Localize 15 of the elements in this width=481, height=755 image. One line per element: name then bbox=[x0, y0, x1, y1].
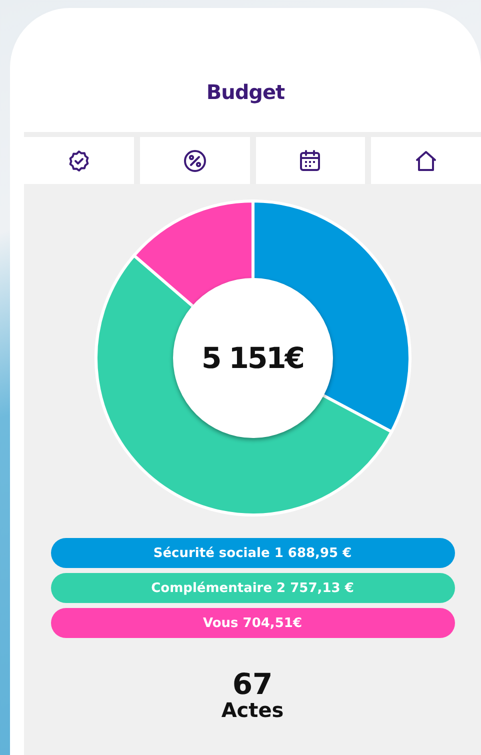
legend-pill: Sécurité sociale 1 688,95 € bbox=[50, 538, 454, 568]
tab[interactable] bbox=[371, 137, 481, 184]
tab[interactable] bbox=[256, 137, 366, 184]
tab[interactable] bbox=[24, 137, 134, 184]
page-title: Budget bbox=[205, 80, 286, 104]
percent-icon bbox=[182, 148, 207, 172]
legend-pill: Complémentaire 2 757,13 € bbox=[50, 573, 454, 603]
acts-count: 67 bbox=[232, 670, 273, 699]
tab[interactable] bbox=[140, 137, 250, 184]
total-amount: 5 151€ bbox=[202, 341, 304, 375]
legend-pill: Vous 704,51€ bbox=[50, 608, 454, 638]
calendar-icon bbox=[298, 148, 322, 172]
home-icon bbox=[414, 148, 438, 172]
badge-check-icon bbox=[66, 148, 91, 172]
acts-label: Actes bbox=[221, 699, 284, 721]
